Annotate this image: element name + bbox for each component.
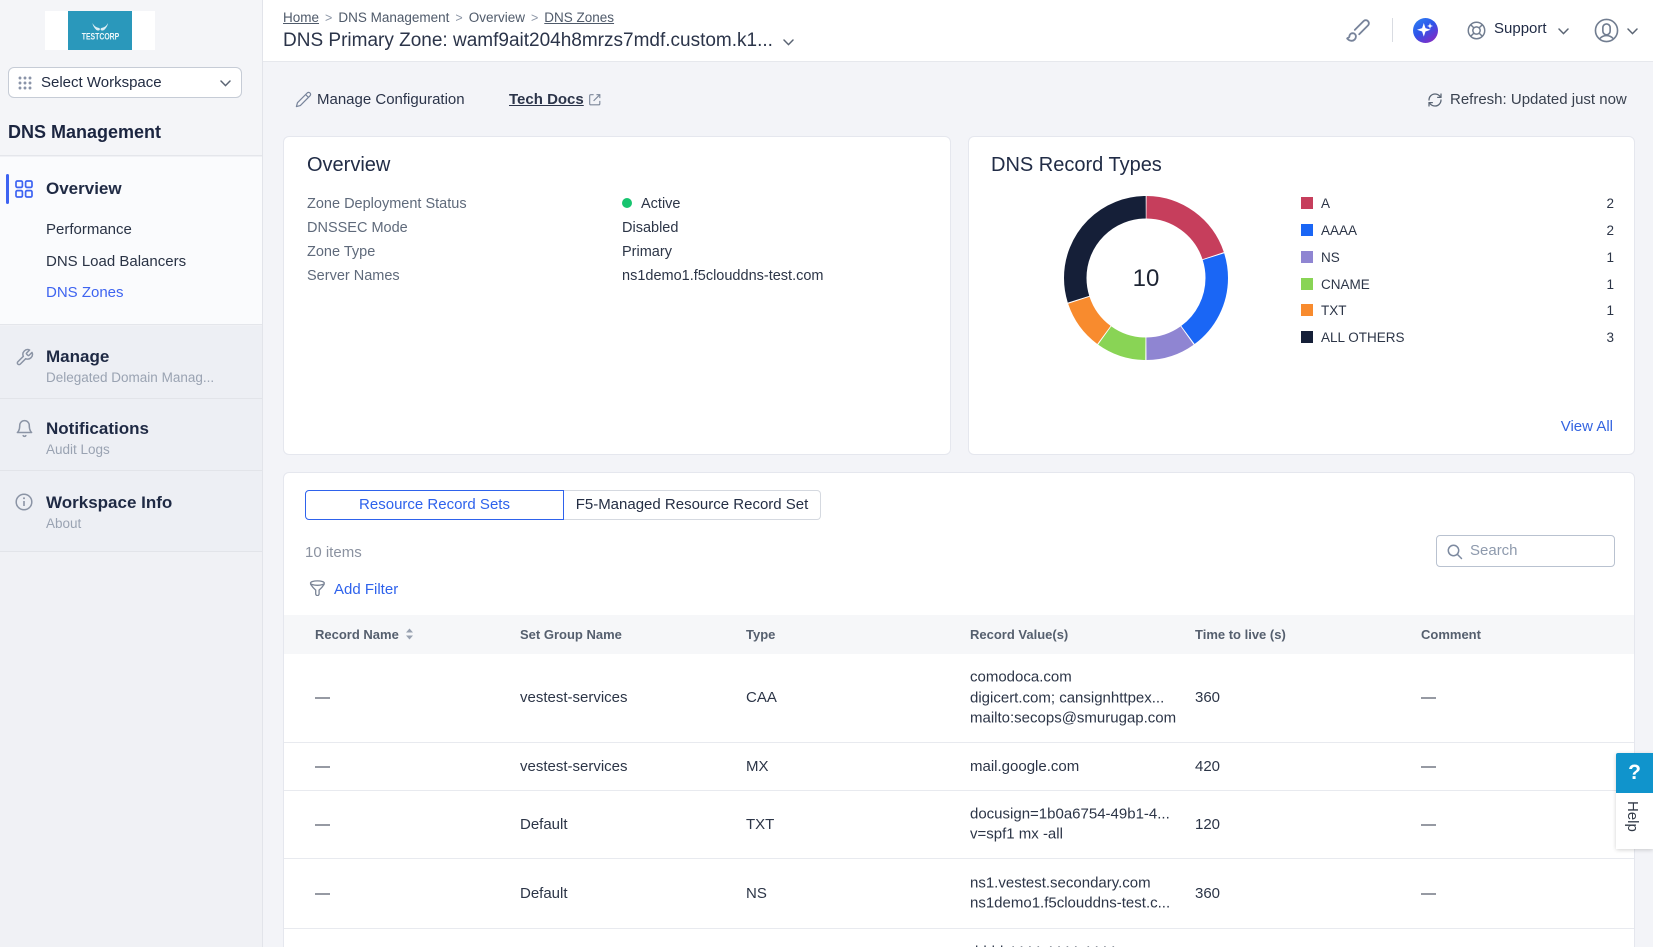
svg-text:10: 10: [1133, 265, 1160, 292]
svg-text:TESTCORP: TESTCORP: [82, 31, 120, 41]
